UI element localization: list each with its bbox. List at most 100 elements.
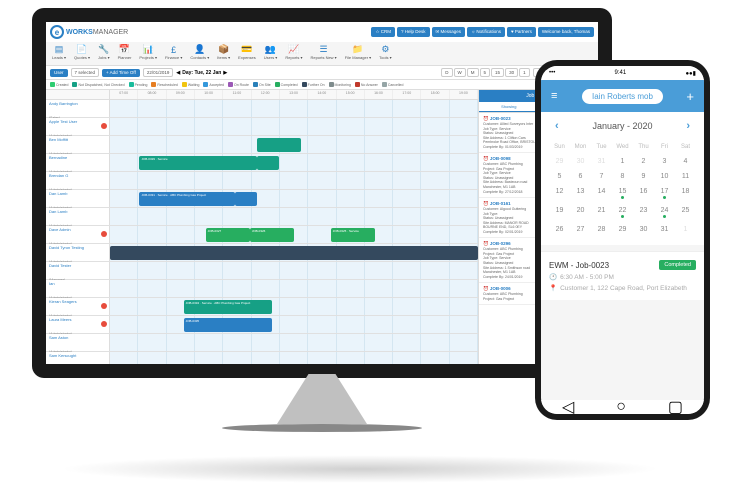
toolbar-item[interactable]: ▤Leads ▾ — [52, 44, 66, 63]
job-block[interactable]: JOB-0326 — [250, 228, 294, 242]
date-picker[interactable]: 22/01/2019 — [143, 68, 174, 77]
planner-row[interactable]: Apple Test User(Administrator) — [46, 118, 478, 136]
planner-row[interactable]: Dan Lamb(Administrator) — [46, 208, 478, 226]
calendar-grid[interactable]: SunMonTueWedThuFriSat2930311234567891011… — [541, 140, 704, 245]
row-user-label[interactable]: Dave Admin(Administrator) — [46, 226, 110, 243]
calendar-day[interactable]: 31 — [654, 222, 675, 237]
add-icon[interactable]: + — [686, 89, 694, 104]
calendar-day[interactable]: 5 — [549, 169, 570, 184]
row-user-label[interactable]: Sam Aston(Administrator) — [46, 334, 110, 351]
prev-month-button[interactable]: ‹ — [555, 120, 559, 132]
planner-row[interactable]: Bernadine(Administrator)JOB-0329 · Servi… — [46, 154, 478, 172]
calendar-day[interactable]: 30 — [633, 222, 654, 237]
job-block[interactable]: JOB-0325 · Service — [331, 228, 375, 242]
planner-row[interactable]: Sam Kerscught(Administrator) — [46, 352, 478, 364]
prev-day-button[interactable]: ◀ — [176, 70, 180, 76]
job-block[interactable] — [257, 138, 301, 152]
row-user-label[interactable]: Bernadine(Administrator) — [46, 154, 110, 171]
row-user-label[interactable]: Ian(Administrator) — [46, 280, 110, 297]
zoom-button[interactable]: M — [467, 68, 479, 77]
planner-row[interactable]: Brendan G(Administrator) — [46, 172, 478, 190]
calendar-day[interactable]: 10 — [654, 169, 675, 184]
calendar-day[interactable]: 6 — [570, 169, 591, 184]
calendar-day[interactable]: 1 — [612, 154, 633, 169]
tab-showing[interactable]: Showing — [479, 102, 539, 112]
toolbar-item[interactable]: 📁File Manager ▾ — [345, 44, 371, 63]
planner-row[interactable]: Dan Lamb(Administrator) JOB-0331 · Servic… — [46, 190, 478, 208]
row-user-label[interactable]: Brendan G(Administrator) — [46, 172, 110, 189]
calendar-day[interactable]: 22 — [612, 203, 633, 222]
calendar-day[interactable]: 1 — [675, 222, 696, 237]
job-block[interactable]: JOB-0334 · Service · ABC Plumbing Gas Pr… — [184, 300, 272, 314]
calendar-day[interactable]: 26 — [549, 222, 570, 237]
row-user-label[interactable]: Dan Lamb(Administrator) — [46, 190, 110, 207]
job-block[interactable] — [110, 246, 478, 260]
user-selected-button[interactable]: 7 selected — [71, 68, 100, 77]
top-nav-button[interactable]: ✉ Messages — [432, 27, 466, 37]
row-user-label[interactable]: Sam Kerscught(Administrator) — [46, 352, 110, 364]
row-user-label[interactable]: Ben Moffitt(Administrator) — [46, 136, 110, 153]
planner-row[interactable]: Dave Admin(Administrator)JOB-0327JOB-032… — [46, 226, 478, 244]
calendar-day[interactable]: 15 — [612, 184, 633, 203]
calendar-day[interactable]: 14 — [591, 184, 612, 203]
calendar-day[interactable]: 31 — [591, 154, 612, 169]
calendar-day[interactable]: 16 — [633, 184, 654, 203]
toolbar-item[interactable]: 👤Contacts ▾ — [190, 44, 209, 63]
planner-row[interactable]: Ian(Administrator) — [46, 280, 478, 298]
job-block[interactable]: JOB-0327 — [206, 228, 250, 242]
menu-icon[interactable]: ≡ — [551, 90, 557, 102]
calendar-day[interactable]: 28 — [591, 222, 612, 237]
zoom-button[interactable]: W — [454, 68, 466, 77]
event-card[interactable]: EWM - Job-0023 Completed 🕐6:30 AM - 5:00… — [541, 251, 704, 300]
calendar-day[interactable]: 17 — [654, 184, 675, 203]
top-nav-button[interactable]: ? Help Desk — [397, 27, 430, 37]
calendar-day[interactable]: 12 — [549, 184, 570, 203]
calendar-day[interactable]: 18 — [675, 184, 696, 203]
calendar-day[interactable]: 27 — [570, 222, 591, 237]
job-block[interactable]: JOB-0331 · Service · ABC Plumbing Gas Pr… — [139, 192, 235, 206]
calendar-day[interactable]: 29 — [612, 222, 633, 237]
toolbar-item[interactable]: 📊Projects ▾ — [139, 44, 157, 63]
zoom-button[interactable]: 5 — [480, 68, 491, 77]
planner-row[interactable]: David Tester(Manager) — [46, 262, 478, 280]
row-user-label[interactable]: David Tyron Testing(Administrator) — [46, 244, 110, 261]
calendar-day[interactable]: 7 — [591, 169, 612, 184]
calendar-day[interactable]: 9 — [633, 169, 654, 184]
zoom-button[interactable]: D — [441, 68, 452, 77]
row-user-label[interactable]: Andy Barrington(Sales) — [46, 100, 110, 117]
zoom-button[interactable]: 1 — [519, 68, 530, 77]
job-block[interactable]: JOB-0335 — [184, 318, 272, 332]
nav-home-icon[interactable]: ○ — [616, 398, 626, 414]
next-day-button[interactable]: ▶ — [223, 70, 227, 76]
toolbar-item[interactable]: 📄Quotes ▾ — [74, 44, 90, 63]
toolbar-item[interactable]: 📅Planner — [118, 44, 132, 63]
calendar-day[interactable]: 21 — [591, 203, 612, 222]
add-time-off-button[interactable]: + Add Time Off — [102, 69, 140, 77]
row-user-label[interactable]: David Tester(Manager) — [46, 262, 110, 279]
toolbar-item[interactable]: 📈Reports ▾ — [285, 44, 302, 63]
planner-row[interactable]: Ben Moffitt(Administrator) — [46, 136, 478, 154]
calendar-day[interactable]: 24 — [654, 203, 675, 222]
toolbar-item[interactable]: 📦Items ▾ — [217, 44, 230, 63]
toolbar-item[interactable]: 💳Expenses — [238, 44, 256, 63]
calendar-day[interactable]: 2 — [633, 154, 654, 169]
calendar-day[interactable]: 11 — [675, 169, 696, 184]
top-nav-button[interactable]: ☼ Notifications — [467, 27, 505, 37]
planner-grid[interactable]: 07:0008:0009:0010:0011:0012:0013:0014:00… — [46, 90, 478, 364]
calendar-day[interactable]: 19 — [549, 203, 570, 222]
row-user-label[interactable]: Kieran Seagers(Administrator) — [46, 298, 110, 315]
toolbar-item[interactable]: 🔧Jobs ▾ — [98, 44, 110, 63]
zoom-button[interactable]: 15 — [491, 68, 504, 77]
planner-row[interactable]: Sam Aston(Administrator) — [46, 334, 478, 352]
calendar-day[interactable]: 23 — [633, 203, 654, 222]
top-nav-button[interactable]: ☆ CRM — [371, 27, 395, 37]
toolbar-item[interactable]: 👥Users ▾ — [264, 44, 278, 63]
top-nav-button[interactable]: Welcome back, Thomas — [538, 27, 594, 37]
planner-row[interactable]: Andy Barrington(Sales) — [46, 100, 478, 118]
row-user-label[interactable]: Apple Test User(Administrator) — [46, 118, 110, 135]
zoom-button[interactable]: 30 — [505, 68, 518, 77]
toolbar-item[interactable]: ⚙Tools ▾ — [379, 44, 391, 63]
calendar-day[interactable]: 20 — [570, 203, 591, 222]
nav-recent-icon[interactable]: ▢ — [668, 397, 683, 414]
planner-row[interactable]: Laura Meers(Administrator)JOB-0335 — [46, 316, 478, 334]
